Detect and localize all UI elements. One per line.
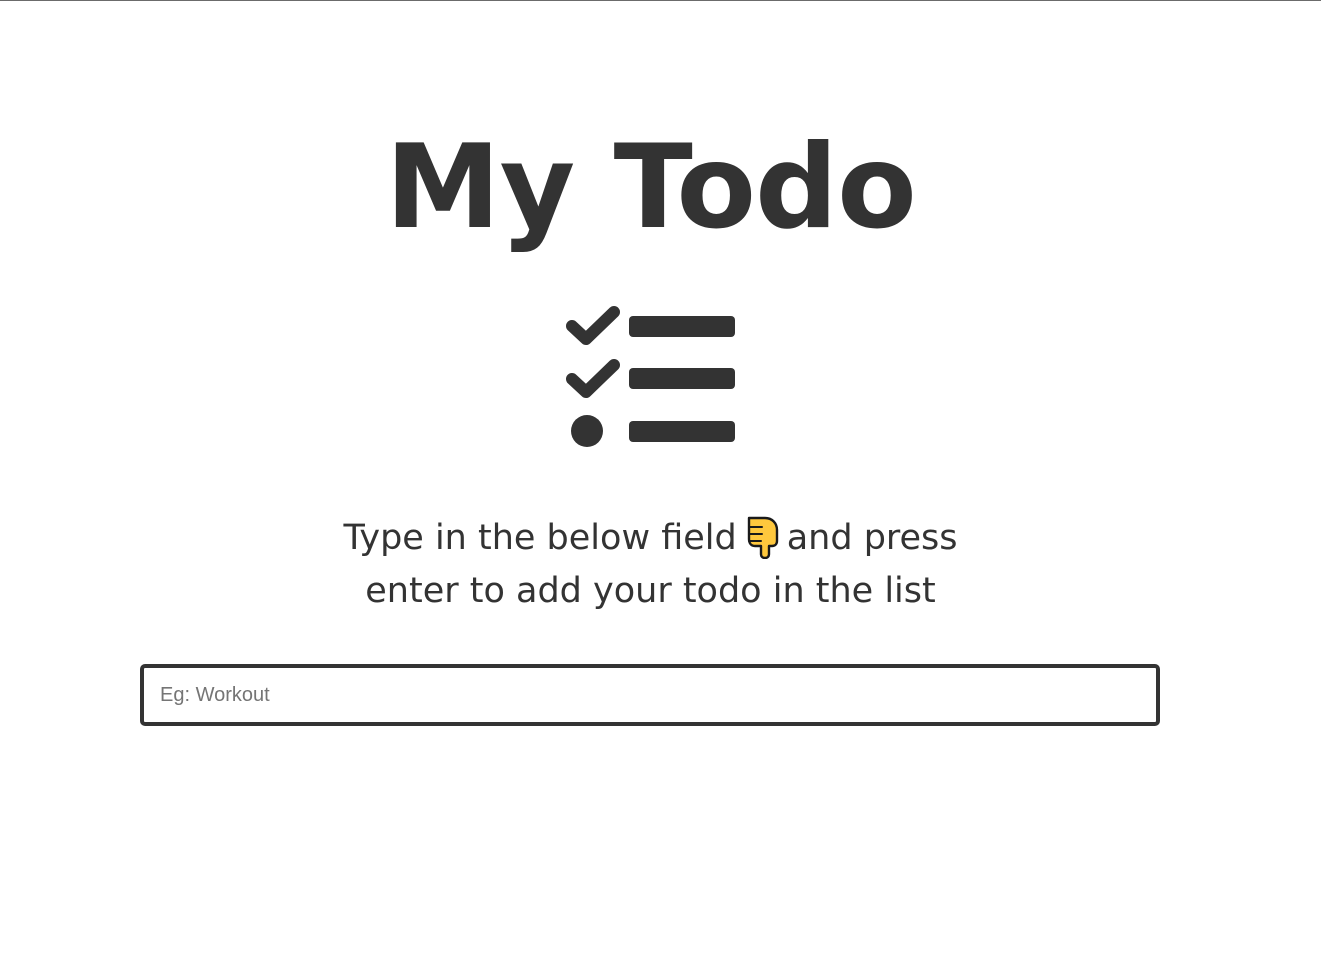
instructions-text: Type in the below field and press enter … xyxy=(0,512,1301,618)
instructions-line-1: Type in the below field and press xyxy=(0,512,1301,565)
instructions-line-1-end: and press xyxy=(786,518,958,558)
todo-input[interactable] xyxy=(140,664,1160,726)
pointing-down-hand-icon xyxy=(747,516,778,559)
checklist-icon xyxy=(566,306,735,447)
instructions-line-2: enter to add your todo in the list xyxy=(365,571,936,611)
top-border-line xyxy=(0,0,1321,1)
page-title: My Todo xyxy=(385,120,917,255)
instructions-line-1-start: Type in the below field xyxy=(343,518,737,558)
